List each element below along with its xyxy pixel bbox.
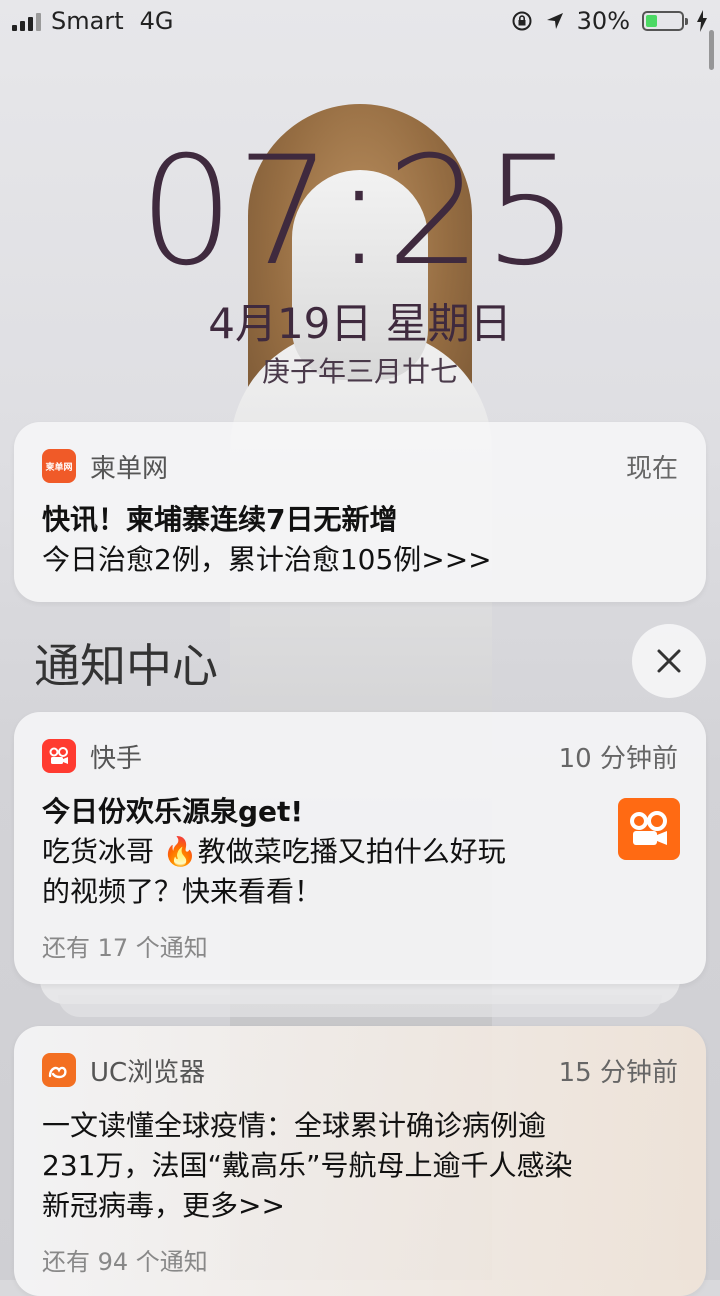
lunar-date: 庚子年三月廿七 xyxy=(261,355,458,388)
kuaishou-app-icon xyxy=(42,739,76,773)
status-bar: Smart 4G 30% xyxy=(0,0,720,44)
battery-percent: 30% xyxy=(576,7,630,35)
notification-body: 今日治愈2例，累计治愈105例>>> xyxy=(42,543,492,576)
jiandan-app-icon: 柬单网 xyxy=(42,449,76,483)
lock-clock: 07:25 xyxy=(138,125,582,299)
notification-body-line: 231万，法国“戴高乐”号航母上逾千人感染 xyxy=(42,1149,573,1182)
lock-date: 4月19日 星期日 xyxy=(208,299,512,348)
notification-time: 10 分钟前 xyxy=(558,743,678,774)
network-label: 4G xyxy=(139,7,174,35)
notification-center-title: 通知中心 xyxy=(34,639,218,693)
notification-kuaishou[interactable]: 快手 10 分钟前 今日份欢乐源泉get! 吃货冰哥 🔥教做菜吃播又拍什么好玩 … xyxy=(14,712,706,984)
signal-icon xyxy=(12,11,41,31)
uc-browser-app-icon xyxy=(42,1053,76,1087)
notification-jiandan[interactable]: 柬单网 柬单网 现在 快讯！柬埔寨连续7日无新增 今日治愈2例，累计治愈105例… xyxy=(14,422,706,602)
clear-notifications-button[interactable] xyxy=(632,624,706,698)
notification-app-name: UC浏览器 xyxy=(90,1057,206,1088)
battery-icon xyxy=(642,11,688,31)
kuaishou-thumbnail-icon xyxy=(618,798,680,860)
carrier-label: Smart xyxy=(51,7,124,35)
notification-uc-browser[interactable]: UC浏览器 15 分钟前 一文读懂全球疫情：全球累计确诊病例逾 231万，法国“… xyxy=(14,1026,706,1296)
notification-time: 现在 xyxy=(625,453,678,484)
notification-title: 今日份欢乐源泉get! xyxy=(42,795,304,828)
charging-icon xyxy=(697,10,707,32)
location-icon xyxy=(546,13,563,29)
notification-time: 15 分钟前 xyxy=(558,1057,678,1088)
close-icon xyxy=(657,649,681,673)
notification-body-line: 吃货冰哥 🔥教做菜吃播又拍什么好玩 xyxy=(42,835,506,868)
more-notifications-count: 还有 94 个通知 xyxy=(42,1248,208,1276)
notification-body-line: 新冠病毒，更多>> xyxy=(42,1189,285,1222)
notification-stack-edge xyxy=(58,995,662,1017)
notification-body-line: 的视频了？快来看看！ xyxy=(42,875,323,908)
notification-title: 快讯！柬埔寨连续7日无新增 xyxy=(42,503,398,536)
orientation-lock-icon xyxy=(512,11,532,31)
notification-app-name: 快手 xyxy=(90,743,143,774)
notification-app-name: 柬单网 xyxy=(90,453,169,484)
notification-body-line: 一文读懂全球疫情：全球累计确诊病例逾 xyxy=(42,1109,547,1142)
more-notifications-count: 还有 17 个通知 xyxy=(42,934,208,962)
